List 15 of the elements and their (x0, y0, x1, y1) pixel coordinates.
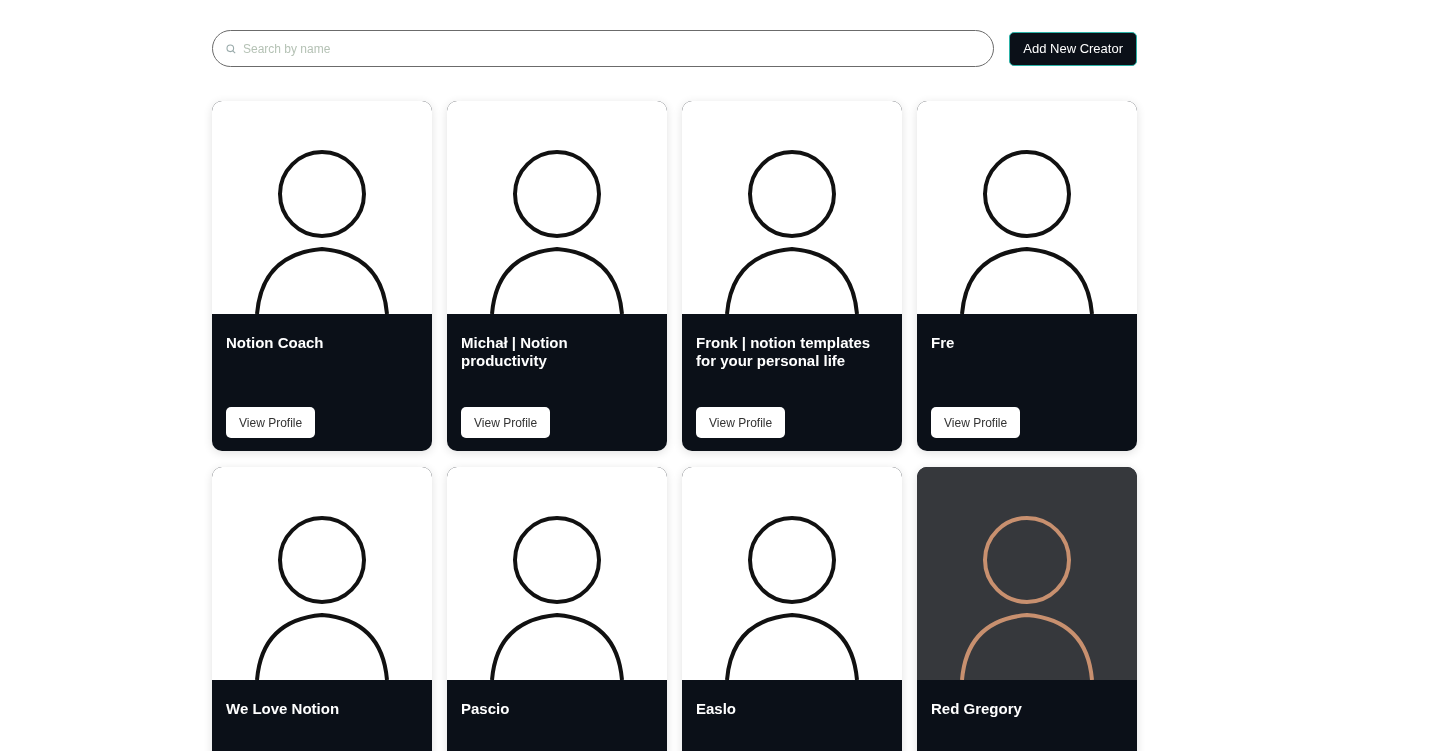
view-profile-button[interactable]: View Profile (226, 407, 316, 438)
search-field[interactable]: Search by name (212, 30, 995, 67)
creator-name: Pascio (461, 700, 511, 718)
creator-name: Easlo (696, 700, 738, 718)
creator-name: We Love Notion (226, 700, 341, 718)
creator-name: Fre (931, 334, 956, 352)
add-creator-button[interactable]: Add New Creator (1009, 31, 1137, 66)
view-profile-button[interactable]: View Profile (696, 407, 786, 438)
view-profile-button[interactable]: View Profile (931, 407, 1021, 438)
creator-name: Notion Coach (226, 334, 325, 352)
view-profile-button[interactable]: View Profile (461, 407, 551, 438)
creator-name: Red Gregory (931, 700, 1023, 718)
search-icon (226, 44, 236, 54)
creator-name: Michał | Notion productivity (461, 334, 569, 370)
creator-name: Fronk | notion templates for your personal life (696, 334, 872, 370)
